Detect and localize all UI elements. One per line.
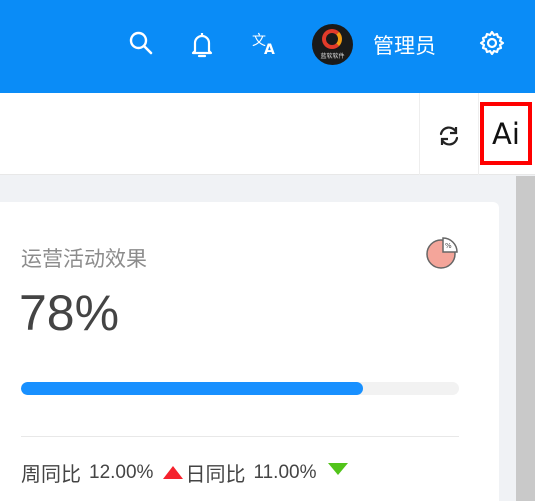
- toolbar-divider: [419, 93, 420, 175]
- progress-bar: [21, 382, 459, 395]
- avatar-caption: 蓝软软件: [320, 53, 345, 60]
- card-title: 运营活动效果: [21, 247, 147, 271]
- search-icon[interactable]: [126, 28, 156, 58]
- toolbar: [0, 93, 535, 175]
- trend-down-icon: [328, 462, 349, 475]
- refresh-icon[interactable]: [436, 123, 462, 149]
- activity-card: 运营活动效果 % 78% 周同比 12.00% 日同比 11.00%: [0, 202, 499, 501]
- brand-logo-icon: [322, 29, 342, 49]
- scrollbar[interactable]: [516, 176, 535, 501]
- week-compare-label: 周同比: [21, 462, 81, 486]
- ai-button[interactable]: Ai: [480, 102, 532, 165]
- pie-chart-icon: %: [426, 237, 458, 269]
- day-compare-value: 11.00%: [253, 461, 317, 483]
- svg-text:%: %: [445, 242, 452, 250]
- metric-value: 78%: [19, 285, 120, 341]
- trend-up-icon: [163, 466, 184, 479]
- user-name[interactable]: 管理员: [373, 30, 436, 60]
- comparison-stats: 周同比 12.00% 日同比 11.00%: [21, 458, 349, 487]
- translate-icon[interactable]: 文A: [250, 28, 280, 58]
- progress-fill: [21, 382, 363, 395]
- week-compare-value: 12.00%: [89, 461, 154, 483]
- day-compare-label: 日同比: [185, 462, 246, 486]
- avatar[interactable]: 蓝软软件: [312, 24, 353, 65]
- gear-icon[interactable]: [477, 28, 507, 58]
- toolbar-divider: [478, 93, 479, 175]
- svg-text:A: A: [264, 42, 275, 56]
- top-header: 文A 蓝软软件 管理员: [0, 0, 535, 93]
- divider: [21, 436, 459, 437]
- bell-icon[interactable]: [187, 30, 217, 60]
